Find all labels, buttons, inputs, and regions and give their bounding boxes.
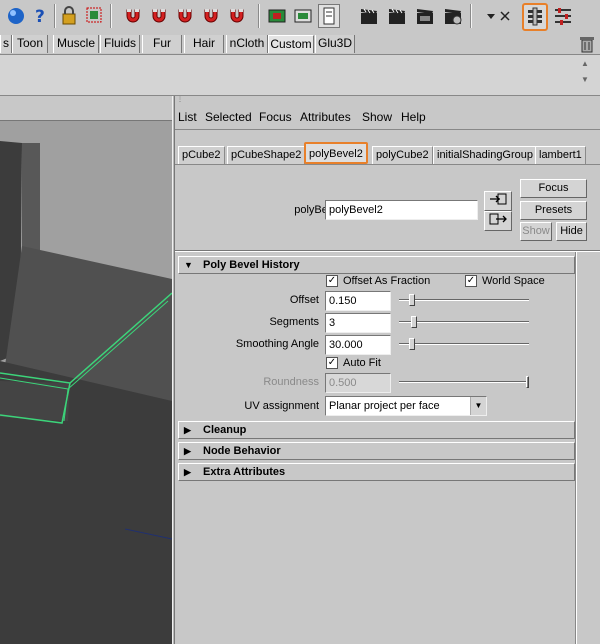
shelf-tab-hair[interactable]: Hair: [184, 35, 224, 53]
world-space-checkbox[interactable]: ✓: [465, 275, 477, 287]
ipr-icon[interactable]: [414, 4, 436, 28]
lock-icon[interactable]: [58, 4, 80, 28]
segments-field[interactable]: 3: [325, 313, 391, 333]
smoothing-angle-slider[interactable]: [399, 338, 529, 350]
offset-as-fraction-label: Offset As Fraction: [343, 275, 431, 287]
node-behavior-frame[interactable]: ▶ Node Behavior: [178, 442, 575, 460]
status-toolbar: ?: [0, 0, 600, 34]
shelf-content: ▲ ▼: [0, 54, 600, 96]
attribute-editor: ⋮ List Selected Focus Attributes Show He…: [175, 96, 600, 644]
magnet-icon[interactable]: [226, 4, 248, 28]
magnet-icon[interactable]: [200, 4, 222, 28]
smoothing-angle-label: Smoothing Angle: [235, 338, 319, 350]
render-view-icon[interactable]: [266, 4, 288, 28]
menu-focus[interactable]: Focus: [259, 110, 292, 124]
shelf-tab-fur[interactable]: Fur: [142, 35, 182, 53]
clapper-icon[interactable]: [358, 4, 380, 28]
magnet-icon[interactable]: [148, 4, 170, 28]
chevron-down-icon[interactable]: ▼: [470, 397, 486, 415]
roundness-field: 0.500: [325, 373, 391, 393]
offset-slider[interactable]: [399, 294, 529, 306]
uv-assignment-label: UV assignment: [244, 400, 319, 412]
expand-arrow-icon: ▶: [184, 446, 191, 456]
help-icon[interactable]: ?: [30, 4, 52, 28]
tab-polybevel2[interactable]: polyBevel2: [304, 142, 368, 164]
frame-title: Node Behavior: [203, 445, 281, 457]
poly-bevel-history-frame[interactable]: ▼ Poly Bevel History: [178, 256, 575, 274]
offset-label: Offset: [289, 294, 319, 306]
focus-button[interactable]: Focus: [520, 179, 587, 198]
sphere-icon[interactable]: [5, 4, 27, 28]
tab-lambert1[interactable]: lambert1: [535, 146, 586, 164]
roundness-label: Roundness: [263, 376, 319, 388]
menu-list[interactable]: List: [178, 110, 197, 124]
magnet-icon[interactable]: [122, 4, 144, 28]
frame-title: Extra Attributes: [203, 466, 286, 478]
tab-pcube2[interactable]: pCube2: [178, 146, 225, 164]
magnet-icon[interactable]: [174, 4, 196, 28]
select-output-node-button[interactable]: [484, 211, 512, 231]
tab-pcubeshape2[interactable]: pCubeShape2: [227, 146, 306, 164]
select-icon[interactable]: [84, 4, 106, 28]
input-connection-icon: [490, 193, 507, 205]
show-button[interactable]: Show: [520, 222, 552, 241]
cleanup-frame[interactable]: ▶ Cleanup: [178, 421, 575, 439]
render-settings-icon[interactable]: [442, 4, 464, 28]
presets-button[interactable]: Presets: [520, 201, 587, 220]
close-icon[interactable]: [498, 4, 512, 28]
scroll-up-icon[interactable]: ▲: [581, 59, 589, 68]
shelf-tab-fluids[interactable]: Fluids: [100, 35, 140, 53]
frame-title: Poly Bevel History: [203, 259, 300, 271]
uv-assignment-value: Planar project per face: [329, 400, 440, 412]
smoothing-angle-field[interactable]: 30.000: [325, 335, 391, 355]
viewport-header: [0, 96, 172, 121]
shelf-tab-muscle[interactable]: Muscle: [53, 35, 99, 53]
render-icon[interactable]: [318, 4, 340, 28]
offset-as-fraction-checkbox[interactable]: ✓: [326, 275, 338, 287]
tab-initialshadinggroup[interactable]: initialShadingGroup: [433, 146, 538, 164]
frame-title: Cleanup: [203, 424, 247, 436]
segments-label: Segments: [269, 316, 319, 328]
node-name-field[interactable]: polyBevel2: [325, 200, 478, 220]
menu-show[interactable]: Show: [362, 110, 392, 124]
world-space-label: World Space: [482, 275, 545, 287]
dropdown-icon[interactable]: [484, 4, 498, 28]
expand-arrow-icon: ▶: [184, 425, 191, 435]
expand-arrow-icon: ▶: [184, 467, 191, 477]
menu-attributes[interactable]: Attributes: [300, 110, 351, 124]
auto-fit-checkbox[interactable]: ✓: [326, 357, 338, 369]
auto-fit-label: Auto Fit: [343, 357, 381, 369]
uv-assignment-dropdown[interactable]: Planar project per face ▼: [325, 396, 487, 416]
shelf-tab-partial[interactable]: s: [0, 35, 12, 53]
hide-button[interactable]: Hide: [556, 222, 587, 241]
shelf-tabs: s Toon Muscle Fluids Fur Hair nCloth Cus…: [0, 34, 600, 54]
menu-selected[interactable]: Selected: [205, 110, 252, 124]
menu-help[interactable]: Help: [401, 110, 426, 124]
shelf-tab-toon[interactable]: Toon: [12, 35, 48, 53]
scroll-down-icon[interactable]: ▼: [581, 75, 589, 84]
shelf-tab-ncloth[interactable]: nCloth: [226, 35, 268, 53]
clapper-icon[interactable]: [386, 4, 408, 28]
extra-attributes-frame[interactable]: ▶ Extra Attributes: [178, 463, 575, 481]
output-connection-icon: [489, 213, 507, 225]
roundness-slider: [399, 376, 529, 388]
tab-polycube2[interactable]: polyCube2: [372, 146, 433, 164]
trash-icon[interactable]: [579, 35, 595, 56]
collapse-arrow-icon: ▼: [184, 260, 193, 270]
svg-text:?: ?: [35, 7, 45, 26]
shelf-tab-custom[interactable]: Custom: [268, 35, 314, 53]
shelf-tab-glu3d[interactable]: Glu3D: [315, 35, 355, 53]
snapshot-icon[interactable]: [292, 4, 314, 28]
offset-field[interactable]: 0.150: [325, 291, 391, 311]
attribute-editor-icon[interactable]: [522, 3, 548, 31]
tool-settings-icon[interactable]: [552, 4, 574, 28]
viewport-scene: [0, 121, 172, 644]
select-input-node-button[interactable]: [484, 191, 512, 211]
segments-slider[interactable]: [399, 316, 529, 328]
scroll-track[interactable]: [575, 252, 577, 644]
viewport[interactable]: [0, 121, 172, 644]
